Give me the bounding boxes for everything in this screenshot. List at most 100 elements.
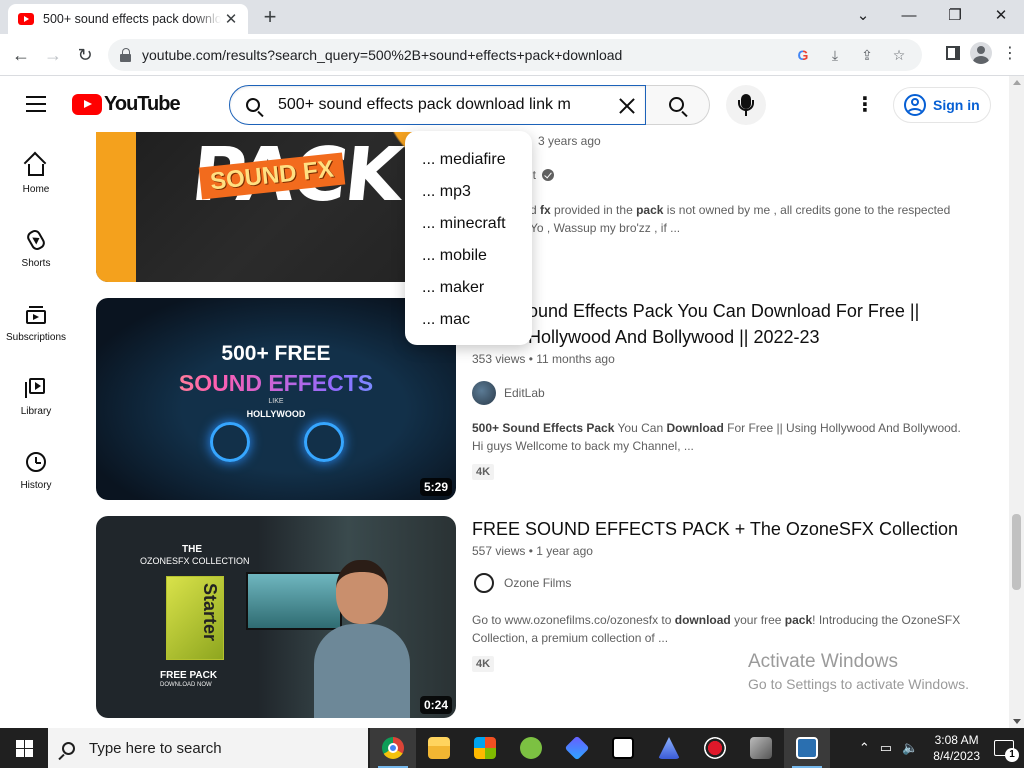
- video-meta: 353 views • 11 months ago: [472, 352, 615, 366]
- search-button[interactable]: [646, 85, 710, 125]
- back-button[interactable]: ←: [8, 42, 34, 68]
- channel-avatar[interactable]: [474, 573, 494, 593]
- channel-name: Ozone Films: [504, 576, 572, 590]
- forward-button[interactable]: →: [40, 42, 66, 68]
- new-tab-button[interactable]: +: [258, 4, 282, 30]
- guide-item-home[interactable]: Home: [0, 132, 72, 206]
- chrome-taskbar-button[interactable]: [370, 728, 416, 768]
- channel-link[interactable]: it: [530, 168, 554, 182]
- install-icon[interactable]: ⤓: [826, 47, 844, 64]
- thumbnail-text: SOUND EFFECTS: [96, 370, 456, 397]
- app-media-taskbar-button[interactable]: [784, 728, 830, 768]
- lock-icon[interactable]: [120, 48, 132, 62]
- history-icon: [26, 452, 46, 472]
- app-blue-taskbar-button[interactable]: [554, 728, 600, 768]
- store-taskbar-button[interactable]: [462, 728, 508, 768]
- channel-link[interactable]: EditLab: [472, 381, 545, 405]
- youtube-favicon-icon: [18, 13, 34, 25]
- sign-in-button[interactable]: Sign in: [893, 87, 991, 123]
- scrollbar-thumb[interactable]: [1012, 514, 1021, 590]
- guide-item-history[interactable]: History: [0, 428, 72, 502]
- subscriptions-icon: [26, 306, 46, 324]
- video-thumbnail[interactable]: 500+ FREE SOUND EFFECTS LIKE HOLLYWOOD 5…: [96, 298, 456, 500]
- tab-title: 500+ sound effects pack downlo: [43, 12, 221, 26]
- clock[interactable]: 3:08 AM 8/4/2023: [933, 732, 980, 764]
- settings-kebab-icon[interactable]: ⋮: [855, 92, 875, 117]
- network-icon[interactable]: ▭: [880, 740, 892, 756]
- guide-label: History: [20, 480, 52, 491]
- home-icon: [28, 164, 44, 176]
- app-green-taskbar-button[interactable]: [508, 728, 554, 768]
- scroll-up-arrow-icon[interactable]: [1013, 80, 1021, 85]
- video-description: d fx provided in the pack is not owned b…: [530, 203, 951, 235]
- start-button[interactable]: [0, 728, 48, 768]
- channel-name: EditLab: [504, 386, 545, 400]
- maximize-button[interactable]: ❐: [932, 0, 978, 30]
- search-input[interactable]: 500+ sound effects pack download link m: [229, 85, 646, 125]
- url-text[interactable]: youtube.com/results?search_query=500%2B+…: [142, 47, 622, 63]
- taskbar-search-placeholder: Type here to search: [89, 739, 222, 757]
- google-lens-icon[interactable]: G: [794, 47, 812, 63]
- close-window-button[interactable]: ✕: [978, 0, 1024, 30]
- app-triangle-icon: [658, 737, 680, 759]
- video-thumbnail[interactable]: THE OZONESFX COLLECTION Starter FREE PAC…: [96, 516, 456, 718]
- video-title[interactable]: FREE SOUND EFFECTS PACK + The OzoneSFX C…: [472, 516, 972, 542]
- search-query-text[interactable]: 500+ sound effects pack download link m: [278, 96, 571, 114]
- guide-item-subscriptions[interactable]: Subscriptions: [0, 280, 72, 354]
- minimize-button[interactable]: —: [886, 0, 932, 30]
- youtube-logo[interactable]: YouTube: [72, 93, 181, 116]
- voice-search-button[interactable]: [726, 85, 766, 125]
- video-title[interactable]: ound Effects Pack You Can Download For F…: [528, 298, 988, 350]
- tab-close-icon[interactable]: ✕: [222, 10, 240, 28]
- channel-avatar[interactable]: [472, 381, 496, 405]
- tab-search-dropdown-icon[interactable]: ⌄: [840, 0, 886, 30]
- guide-label: Library: [20, 406, 52, 417]
- tab-strip: 500+ sound effects pack downlo ✕ + ⌄ — ❐…: [0, 0, 1024, 34]
- bookmark-star-icon[interactable]: ☆: [890, 47, 908, 64]
- guide-item-library[interactable]: Library: [0, 354, 72, 428]
- system-tray: ⌃ ▭ 🔈 3:08 AM 8/4/2023 1: [854, 728, 1024, 768]
- taskbar-search-box[interactable]: Type here to search: [48, 728, 368, 768]
- video-description: Go to www.ozonefilms.co/ozonesfx to down…: [472, 613, 961, 645]
- clear-search-icon[interactable]: [615, 94, 639, 118]
- side-panel-icon[interactable]: [946, 46, 960, 60]
- address-bar[interactable]: youtube.com/results?search_query=500%2B+…: [108, 39, 922, 71]
- browser-tab[interactable]: 500+ sound effects pack downlo ✕: [8, 4, 248, 34]
- chrome-menu-icon[interactable]: ⋮: [1002, 43, 1018, 63]
- app-film-taskbar-button[interactable]: [738, 728, 784, 768]
- notifications-icon[interactable]: 1: [994, 740, 1019, 762]
- volume-icon[interactable]: 🔈: [902, 740, 918, 756]
- 7zip-icon: [612, 737, 634, 759]
- app-triangle-taskbar-button[interactable]: [646, 728, 692, 768]
- library-icon: [25, 378, 45, 398]
- quality-badge: 4K: [472, 464, 495, 480]
- suggestion-item[interactable]: ... mac: [405, 304, 532, 336]
- menu-hamburger-icon[interactable]: [26, 96, 46, 112]
- page-scrollbar[interactable]: [1009, 76, 1024, 728]
- profile-avatar-icon[interactable]: [970, 42, 992, 64]
- presenter-image: [314, 560, 410, 718]
- suggestion-item[interactable]: ... mp3: [405, 176, 532, 208]
- quality-badge: 4K: [472, 656, 495, 672]
- scroll-down-arrow-icon[interactable]: [1013, 719, 1021, 724]
- guide-label: Subscriptions: [5, 332, 67, 343]
- share-icon[interactable]: ⇪: [858, 47, 876, 64]
- suggestion-item[interactable]: ... mobile: [405, 240, 532, 272]
- sign-in-label: Sign in: [933, 97, 980, 113]
- guide-item-shorts[interactable]: Shorts: [0, 206, 72, 280]
- suggestion-item[interactable]: ... maker: [405, 272, 532, 304]
- show-hidden-icons-icon[interactable]: ⌃: [859, 740, 870, 756]
- thumbnail-text: FREE PACK: [160, 670, 218, 681]
- activate-windows-watermark: Activate Windows Go to Settings to activ…: [748, 651, 969, 692]
- suggestion-item[interactable]: ... mediafire: [405, 144, 532, 176]
- guide-label: Home: [22, 184, 50, 195]
- 7zip-taskbar-button[interactable]: [600, 728, 646, 768]
- channel-link[interactable]: Ozone Films: [472, 573, 571, 593]
- search-suggestions-dropdown: ... mediafire ... mp3 ... minecraft ... …: [405, 131, 532, 345]
- chrome-icon: [382, 737, 404, 759]
- file-explorer-taskbar-button[interactable]: [416, 728, 462, 768]
- reload-button[interactable]: ↻: [72, 42, 98, 68]
- suggestion-item[interactable]: ... minecraft: [405, 208, 532, 240]
- recorder-taskbar-button[interactable]: [692, 728, 738, 768]
- video-thumbnail[interactable]: PACK SOUND FX: [96, 132, 456, 282]
